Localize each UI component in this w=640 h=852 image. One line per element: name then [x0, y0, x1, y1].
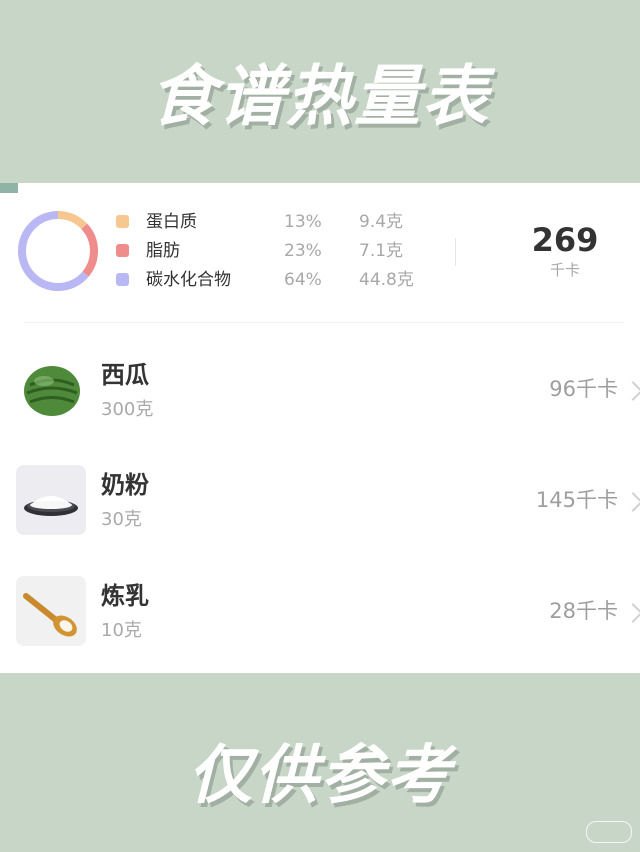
- legend-label: 蛋白质: [146, 212, 197, 232]
- legend-label: 碳水化合物: [146, 270, 231, 290]
- legend-percent: 13%: [284, 212, 322, 232]
- food-calories: 28千卡: [549, 599, 618, 623]
- page-title: 食谱热量表: [150, 58, 490, 135]
- condensed-milk-spoon-icon: [16, 576, 86, 646]
- legend-grams: 9.4克: [359, 212, 404, 232]
- fat-color-dot: [116, 244, 129, 257]
- summary-separator: [24, 322, 624, 323]
- food-amount: 10克: [101, 620, 142, 641]
- legend-percent: 64%: [284, 270, 322, 290]
- milk-powder-icon: [16, 465, 86, 535]
- disclaimer-text: 仅供参考: [188, 739, 452, 813]
- legend-percent: 23%: [284, 241, 322, 261]
- food-name: 奶粉: [101, 471, 149, 499]
- legend-grams: 44.8克: [359, 270, 414, 290]
- watermelon-icon: [24, 366, 80, 416]
- macro-donut-chart: [18, 211, 98, 291]
- protein-color-dot: [116, 215, 129, 228]
- food-calories: 96千卡: [549, 377, 618, 401]
- card-edge-accent: [0, 183, 18, 193]
- legend-label: 脂肪: [146, 241, 180, 261]
- total-calories-unit: 千卡: [549, 261, 580, 279]
- food-name: 炼乳: [101, 582, 149, 610]
- food-amount: 30克: [101, 509, 142, 530]
- legend-grams: 7.1克: [359, 241, 404, 261]
- carbs-color-dot: [116, 273, 129, 286]
- summary-divider: [455, 238, 456, 266]
- food-calories: 145千卡: [535, 488, 618, 512]
- total-calories-value: 269: [531, 221, 599, 259]
- watermark-logo: [586, 821, 632, 843]
- food-name: 西瓜: [101, 361, 149, 389]
- food-amount: 300克: [101, 399, 154, 420]
